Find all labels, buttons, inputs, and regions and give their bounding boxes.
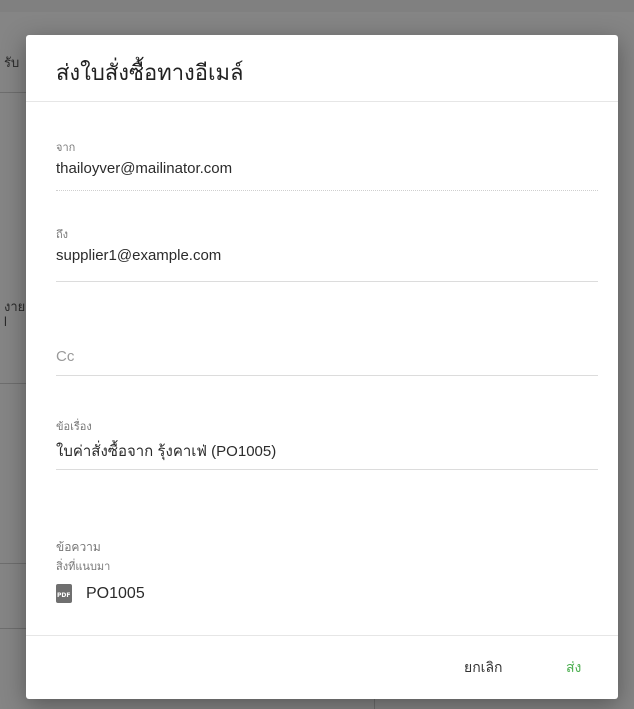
background-divider	[0, 383, 26, 384]
to-value: supplier1@example.com	[56, 247, 222, 264]
background-text-fragment: รับ	[4, 55, 20, 70]
cancel-button[interactable]: ยกเลิก	[464, 657, 503, 679]
email-po-dialog: ส่งใบสั่งซื้อทางอีเมล์ จาก thailoyver@ma…	[26, 35, 618, 699]
subject-underline	[56, 469, 598, 470]
from-value: thailoyver@mailinator.com	[56, 160, 233, 177]
from-underline	[56, 190, 598, 191]
background-divider	[0, 563, 26, 564]
from-field[interactable]: จาก thailoyver@mailinator.com	[56, 138, 598, 191]
dialog-title: ส่งใบสั่งซื้อทางอีเมล์	[56, 60, 244, 85]
send-button[interactable]: ส่ง	[566, 657, 581, 679]
message-label: ข้อความ	[56, 540, 101, 554]
background-divider	[0, 92, 26, 93]
attachment-name: PO1005	[86, 584, 145, 602]
subject-value: ใบค่าสั่งซื้อจาก รุ้งคาเฟ่ (PO1005)	[56, 443, 277, 460]
from-label: จาก	[56, 142, 76, 154]
to-field[interactable]: ถึง supplier1@example.com	[56, 225, 598, 282]
cc-placeholder: Cc	[56, 348, 75, 365]
background-text-fragment: งาย	[4, 299, 26, 314]
attachment-item[interactable]: PO1005	[56, 584, 145, 603]
pdf-file-icon	[56, 584, 72, 603]
background-text-fragment: l	[4, 314, 7, 329]
subject-label: ข้อเรื่อง	[56, 421, 92, 433]
title-divider	[26, 101, 618, 102]
footer-divider	[26, 635, 618, 636]
cc-underline	[56, 375, 598, 376]
to-label: ถึง	[56, 229, 69, 241]
attachments-label: สิ่งที่แนบมา	[56, 561, 111, 573]
background-divider	[0, 628, 26, 629]
to-underline	[56, 281, 598, 282]
cc-field[interactable]: Cc	[56, 348, 598, 376]
subject-field[interactable]: ข้อเรื่อง ใบค่าสั่งซื้อจาก รุ้งคาเฟ่ (PO…	[56, 417, 598, 470]
